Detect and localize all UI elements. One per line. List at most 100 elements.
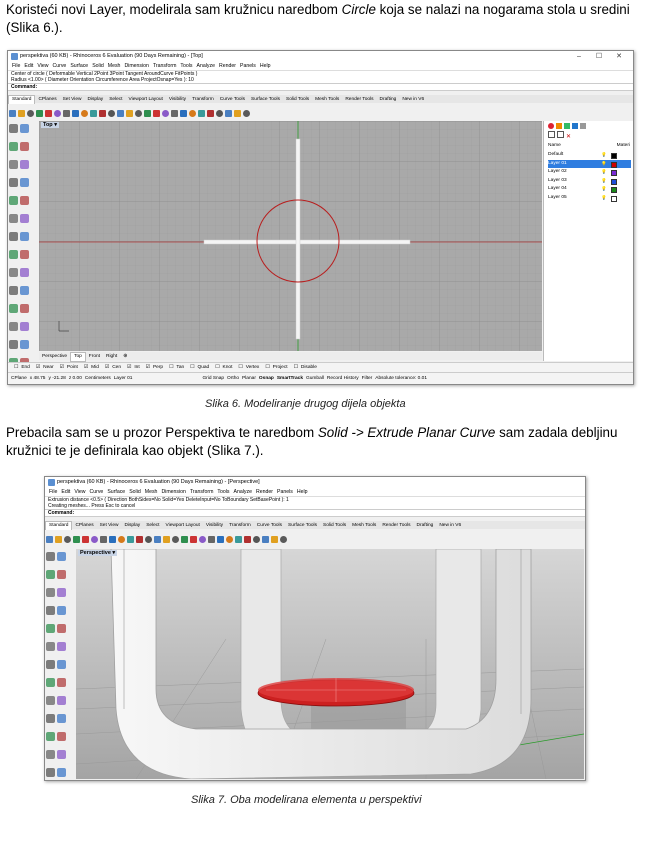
display-icon[interactable] [144, 110, 151, 117]
tab-viewport-layout[interactable]: Viewport Layout [126, 96, 166, 104]
undo-icon[interactable] [72, 110, 79, 117]
layer-row[interactable]: Layer 04 💡 [548, 185, 631, 193]
paste-icon[interactable] [100, 536, 107, 543]
move-icon[interactable] [20, 268, 29, 277]
grid-icon[interactable] [135, 110, 142, 117]
tab-display[interactable]: Display [84, 96, 106, 104]
light-icon[interactable] [217, 536, 224, 543]
tab-solid-tools[interactable]: Solid Tools [320, 522, 349, 530]
solid-box-icon[interactable] [9, 232, 18, 241]
copy-icon[interactable] [46, 714, 55, 723]
layer-row[interactable]: Layer 03 💡 [548, 177, 631, 185]
fillet-icon[interactable] [20, 250, 29, 259]
status-item[interactable]: Record History [327, 376, 359, 381]
menu-item-edit[interactable]: Edit [61, 489, 70, 495]
new-icon[interactable] [9, 110, 16, 117]
tab-new-in-v6[interactable]: New in V6 [399, 96, 427, 104]
polygon-icon[interactable] [9, 196, 18, 205]
menu-item-help[interactable]: Help [297, 489, 308, 495]
osnap-mid[interactable]: ☑ Mid [81, 365, 99, 370]
menu-item-view[interactable]: View [74, 489, 85, 495]
freeform-icon[interactable] [57, 624, 66, 633]
tab-drafting[interactable]: Drafting [414, 522, 437, 530]
print-icon[interactable] [36, 110, 43, 117]
viewport-label[interactable]: Perspective ▾ [78, 550, 118, 556]
grid-icon[interactable] [172, 536, 179, 543]
add-viewport-icon[interactable]: ⊕ [120, 353, 130, 361]
mesh-icon[interactable] [46, 678, 55, 687]
status-item[interactable]: Osnap [259, 376, 274, 381]
tab-transform[interactable]: Transform [189, 96, 217, 104]
status-item[interactable]: Absolute tolerance: 0.01 [375, 376, 427, 381]
status-item[interactable]: Planar [242, 376, 256, 381]
tab-new-in-v6[interactable]: New in V6 [436, 522, 464, 530]
checkbox-icon[interactable]: ☑ [146, 365, 150, 370]
layer-row[interactable]: Default 💡 [548, 151, 631, 159]
top-viewport-canvas[interactable] [39, 121, 542, 351]
render-icon[interactable] [199, 536, 206, 543]
open-icon[interactable] [55, 536, 62, 543]
rectangle-icon[interactable] [57, 606, 66, 615]
maximize-icon[interactable]: ☐ [589, 51, 609, 62]
menu-item-render[interactable]: Render [219, 63, 236, 69]
rotate-icon[interactable] [20, 286, 29, 295]
table-leg-vertical[interactable] [295, 138, 301, 340]
hide-icon[interactable] [198, 110, 205, 117]
menu-item-tools[interactable]: Tools [217, 489, 229, 495]
save-icon[interactable] [27, 110, 34, 117]
tab-mesh-tools[interactable]: Mesh Tools [349, 522, 379, 530]
tab-select[interactable]: Select [143, 522, 162, 530]
array-icon[interactable] [9, 322, 18, 331]
select-icon[interactable] [9, 124, 18, 133]
select-icon[interactable] [46, 552, 55, 561]
arc-icon[interactable] [20, 160, 29, 169]
help-icon[interactable] [243, 110, 250, 117]
perspective-viewport-canvas[interactable] [76, 549, 584, 779]
save-icon[interactable] [64, 536, 71, 543]
properties-icon[interactable] [216, 110, 223, 117]
layer-icon[interactable] [207, 110, 214, 117]
status-item[interactable]: Ortho [227, 376, 239, 381]
checkbox-icon[interactable]: ☐ [169, 365, 173, 370]
new-icon[interactable] [46, 536, 53, 543]
status-item[interactable]: Gumball [306, 376, 324, 381]
extrude-icon[interactable] [20, 214, 29, 223]
properties-icon[interactable] [253, 536, 260, 543]
top-viewport[interactable]: Top ▾ [39, 121, 542, 351]
rectangle-icon[interactable] [20, 178, 29, 187]
status-item[interactable]: SmartTrack [277, 376, 303, 381]
open-icon[interactable] [18, 110, 25, 117]
gear-icon[interactable] [234, 110, 241, 117]
solid-box-icon[interactable] [46, 660, 55, 669]
checkbox-icon[interactable]: ☐ [14, 365, 18, 370]
checkbox-icon[interactable]: ☐ [190, 365, 194, 370]
ellipse-icon[interactable] [9, 178, 18, 187]
gear-icon[interactable] [271, 536, 278, 543]
render-icon[interactable] [162, 110, 169, 117]
surface-icon[interactable] [9, 214, 18, 223]
checkbox-icon[interactable]: ☑ [36, 365, 40, 370]
lightbulb-icon[interactable]: 💡 [601, 177, 607, 185]
checkbox-icon[interactable]: ☑ [127, 365, 131, 370]
zoom-selected-icon[interactable] [163, 536, 170, 543]
table-leg-horizontal[interactable] [203, 239, 411, 245]
tab-set-view[interactable]: Set View [97, 522, 122, 530]
tab-select[interactable]: Select [106, 96, 125, 104]
trim-icon[interactable] [20, 322, 29, 331]
menu-item-transform[interactable]: Transform [153, 63, 176, 69]
layer-icon[interactable] [244, 536, 251, 543]
tab-render-tools[interactable]: Render Tools [342, 96, 376, 104]
paste-icon[interactable] [63, 110, 70, 117]
menu-item-file[interactable]: File [12, 63, 20, 69]
trim-icon[interactable] [57, 750, 66, 759]
array-icon[interactable] [46, 750, 55, 759]
ellipse-icon[interactable] [46, 606, 55, 615]
tab-standard[interactable]: Standard [45, 521, 73, 530]
checkbox-icon[interactable]: ☑ [105, 365, 109, 370]
split-icon[interactable] [46, 768, 55, 777]
tab-visibility[interactable]: Visibility [166, 96, 189, 104]
light-icon[interactable] [180, 110, 187, 117]
rotate-icon[interactable] [127, 536, 134, 543]
tab-mesh-tools[interactable]: Mesh Tools [312, 96, 342, 104]
layer-color-swatch[interactable] [611, 187, 617, 193]
